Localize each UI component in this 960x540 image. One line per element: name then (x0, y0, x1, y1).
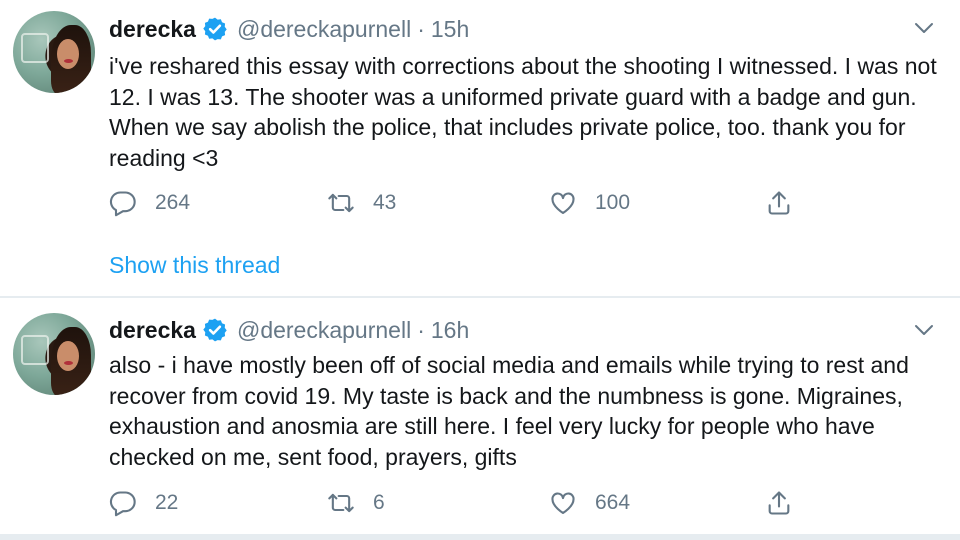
display-name[interactable]: derecka (109, 16, 196, 43)
like-button[interactable]: 664 (549, 487, 630, 519)
avatar-background-sign (21, 33, 49, 63)
reply-button[interactable]: 22 (109, 487, 178, 519)
display-name[interactable]: derecka (109, 317, 196, 344)
reply-button[interactable]: 264 (109, 187, 190, 219)
separator-dot: · (417, 316, 425, 343)
avatar-face (57, 341, 79, 371)
heart-icon (551, 192, 575, 214)
verified-badge-icon (202, 16, 228, 42)
avatar-lips (64, 361, 73, 365)
avatar-face (57, 39, 79, 69)
user-handle[interactable]: @dereckapurnell (237, 16, 411, 43)
share-button[interactable] (765, 187, 793, 219)
tweet-actions: 264 43 100 (109, 187, 809, 219)
retweet-button[interactable]: 43 (327, 187, 396, 219)
tweet-card[interactable]: derecka @dereckapurnell · 15h i've resha… (0, 0, 960, 298)
share-upload-icon (768, 491, 790, 515)
timeline-feed: derecka @dereckapurnell · 15h i've resha… (0, 0, 960, 540)
user-handle[interactable]: @dereckapurnell (237, 317, 411, 344)
avatar[interactable] (13, 313, 95, 395)
separator-dot: · (417, 15, 425, 42)
retweet-count: 6 (373, 491, 385, 514)
chevron-down-icon[interactable] (912, 16, 936, 40)
reply-count: 264 (155, 191, 191, 214)
like-button[interactable]: 100 (549, 187, 630, 219)
verified-badge-icon (202, 317, 228, 343)
like-count: 664 (595, 491, 631, 514)
retweet-count: 43 (373, 191, 397, 214)
heart-icon (551, 492, 575, 514)
tweet-actions: 22 6 664 (109, 487, 809, 519)
retweet-icon (328, 193, 354, 213)
chevron-down-icon[interactable] (912, 318, 936, 342)
timestamp[interactable]: 15h (431, 16, 469, 43)
share-upload-icon (768, 191, 790, 215)
reply-count: 22 (155, 491, 179, 514)
share-button[interactable] (765, 487, 793, 519)
tweet-header: derecka @dereckapurnell · 15h (109, 13, 469, 45)
retweet-icon (328, 493, 354, 513)
avatar[interactable] (13, 11, 95, 93)
timestamp[interactable]: 16h (431, 317, 469, 344)
reply-bubble-icon (109, 191, 136, 217)
tweet-text: i've reshared this essay with correction… (109, 53, 937, 171)
avatar-background-sign (21, 335, 49, 365)
tweet-header: derecka @dereckapurnell · 16h (109, 314, 469, 346)
avatar-lips (64, 59, 73, 63)
retweet-button[interactable]: 6 (327, 487, 385, 519)
show-thread-link[interactable]: Show this thread (109, 252, 280, 279)
reply-bubble-icon (109, 491, 136, 517)
like-count: 100 (595, 191, 631, 214)
